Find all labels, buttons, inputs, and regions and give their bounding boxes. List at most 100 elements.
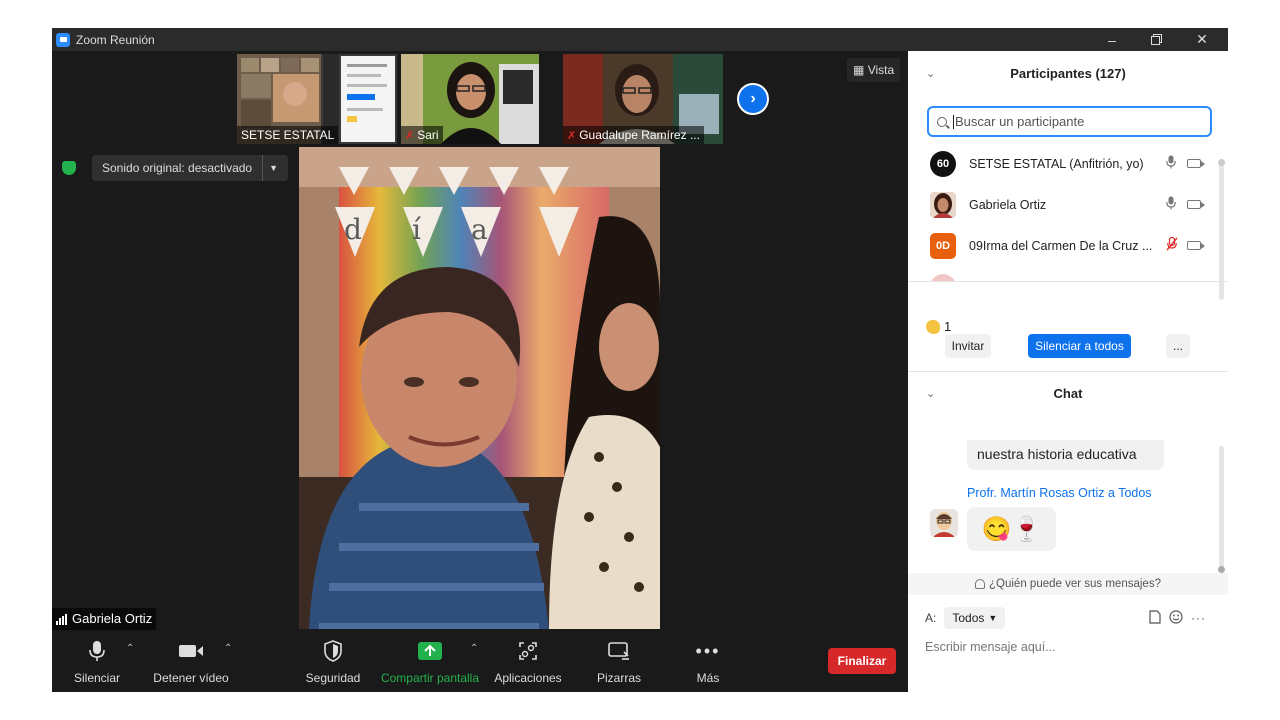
video-options-caret-icon[interactable]: ⌃ bbox=[224, 643, 232, 654]
participant-name: 09Irma del Carmen De la Cruz ... bbox=[969, 238, 1153, 253]
apps-label: Aplicaciones bbox=[494, 671, 562, 685]
thumbnail-name-text: Sari bbox=[417, 128, 439, 142]
chat-scrollbar[interactable] bbox=[1218, 446, 1225, 573]
chevron-down-icon: ▼ bbox=[988, 613, 998, 623]
minimize-button[interactable]: – bbox=[1089, 28, 1135, 51]
end-meeting-button[interactable]: Finalizar bbox=[828, 648, 896, 674]
original-sound-label: Sonido original: desactivado bbox=[102, 161, 253, 175]
thumbnail-name-guadalupe: ✗ Guadalupe Ramírez ... bbox=[563, 126, 704, 144]
reaction-count: 1 bbox=[926, 319, 951, 334]
reaction-count-value: 1 bbox=[944, 319, 952, 334]
restore-button[interactable] bbox=[1133, 28, 1179, 51]
microphone-icon[interactable] bbox=[1166, 196, 1176, 213]
title-bar: Zoom Reunión – ✕ bbox=[52, 28, 1228, 51]
next-page-button[interactable]: › bbox=[737, 83, 769, 115]
who-can-see-label: ¿Quién puede ver sus mensajes? bbox=[989, 578, 1161, 590]
audio-options-caret-icon[interactable]: ⌃ bbox=[126, 643, 134, 654]
thumbnail-name-sari: ✗ Sari bbox=[401, 126, 443, 144]
stop-video-button[interactable]: Detener vídeo bbox=[152, 635, 230, 692]
share-options-caret-icon[interactable]: ⌃ bbox=[470, 643, 478, 654]
microphone-icon[interactable] bbox=[1166, 155, 1176, 172]
chevron-right-icon: › bbox=[750, 90, 756, 107]
more-options-button[interactable]: ... bbox=[1166, 334, 1190, 358]
zoom-logo-icon bbox=[56, 32, 70, 47]
avatar: 0D bbox=[930, 232, 956, 259]
video-thumbnail-guadalupe[interactable]: ✗ Guadalupe Ramírez ... bbox=[563, 54, 723, 144]
emoji-icon[interactable] bbox=[1169, 609, 1183, 627]
participant-list: 60 SETSE ESTATAL (Anfitrión, yo) Gabriel… bbox=[908, 143, 1220, 281]
meeting-toolbar: Silenciar ⌃ Detener vídeo ⌃ Seguridad Co… bbox=[52, 635, 908, 692]
participant-search-input[interactable]: Buscar un participante bbox=[927, 106, 1212, 137]
collapse-chevron-icon[interactable]: ⌄ bbox=[926, 387, 935, 400]
text-cursor bbox=[953, 114, 954, 129]
video-camera-icon[interactable] bbox=[1187, 159, 1205, 168]
whiteboards-button[interactable]: Pizarras bbox=[590, 635, 648, 692]
share-screen-button[interactable]: Compartir pantalla bbox=[380, 635, 480, 692]
more-dots-icon[interactable]: ··· bbox=[1191, 611, 1206, 625]
chat-header: ⌄ Chat bbox=[908, 373, 1228, 413]
participants-header: ⌄ Participantes (127) bbox=[908, 53, 1228, 93]
participant-row-partial[interactable] bbox=[908, 266, 1220, 281]
chat-message-bubble: 😋🍷 bbox=[967, 507, 1056, 551]
participant-list-scrollbar[interactable] bbox=[1218, 159, 1225, 300]
original-sound-button[interactable]: Sonido original: desactivado ▼ bbox=[92, 155, 289, 181]
chat-emoji-message: 😋🍷 bbox=[981, 515, 1042, 543]
view-label: Vista bbox=[867, 63, 895, 77]
original-sound-control: Sonido original: desactivado ▼ bbox=[62, 155, 289, 181]
banner-letter: d bbox=[344, 213, 362, 246]
participants-title: Participantes (127) bbox=[1010, 65, 1126, 81]
view-button[interactable]: ▦ Vista bbox=[847, 58, 901, 82]
video-camera-icon bbox=[178, 635, 204, 667]
divider bbox=[908, 371, 1228, 372]
active-speaker-video: d í a bbox=[299, 147, 660, 629]
video-thumbnail-sari[interactable]: ✗ Sari bbox=[401, 54, 539, 144]
video-camera-icon[interactable] bbox=[1187, 241, 1205, 250]
chat-title: Chat bbox=[1053, 385, 1083, 401]
muted-mic-icon: ✗ bbox=[567, 130, 577, 142]
participant-name: Gabriela Ortiz bbox=[969, 197, 1047, 212]
chat-message-input[interactable]: Escribir mensaje aquí... bbox=[925, 640, 1056, 654]
mute-all-button[interactable]: Silenciar a todos bbox=[1028, 334, 1131, 358]
grid-icon: ▦ bbox=[853, 63, 865, 77]
clapping-hands-icon bbox=[926, 319, 940, 334]
thumbnail-name-setse: SETSE ESTATAL bbox=[237, 126, 339, 144]
collapse-chevron-icon[interactable]: ⌄ bbox=[926, 67, 935, 80]
sender-avatar bbox=[930, 509, 958, 537]
security-button[interactable]: Seguridad bbox=[304, 635, 362, 692]
participant-row[interactable]: 0D 09Irma del Carmen De la Cruz ... bbox=[908, 225, 1220, 266]
window-title: Zoom Reunión bbox=[76, 32, 155, 47]
person-icon bbox=[975, 579, 986, 589]
chat-message-text: nuestra historia educativa bbox=[977, 446, 1137, 462]
restore-icon bbox=[1150, 34, 1162, 45]
avatar: 60 bbox=[930, 150, 956, 177]
close-button[interactable]: ✕ bbox=[1179, 28, 1225, 51]
more-button[interactable]: ••• Más bbox=[686, 635, 730, 692]
muted-mic-icon[interactable] bbox=[1166, 236, 1178, 254]
banner-letter: a bbox=[471, 213, 488, 246]
apps-button[interactable]: Aplicaciones bbox=[492, 635, 564, 692]
apps-icon bbox=[519, 635, 537, 667]
invite-button[interactable]: Invitar bbox=[945, 334, 991, 358]
video-thumbnail-setse[interactable]: SETSE ESTATAL bbox=[237, 54, 397, 144]
participant-name: SETSE ESTATAL (Anfitrión, yo) bbox=[969, 156, 1144, 171]
shield-check-icon bbox=[62, 161, 76, 175]
chat-recipient-row: A: Todos ▼ ··· bbox=[925, 606, 1215, 630]
video-camera-icon[interactable] bbox=[1187, 200, 1205, 209]
more-label: Más bbox=[696, 671, 720, 685]
search-icon bbox=[937, 116, 947, 127]
avatar bbox=[930, 273, 956, 281]
participant-row[interactable]: 60 SETSE ESTATAL (Anfitrión, yo) bbox=[908, 143, 1220, 184]
file-icon[interactable] bbox=[1149, 609, 1161, 627]
participant-row[interactable]: Gabriela Ortiz bbox=[908, 184, 1220, 225]
chat-messages: nuestra historia educativa Profr. Martín… bbox=[908, 440, 1228, 570]
caret-down-icon[interactable]: ▼ bbox=[262, 155, 278, 181]
mute-label: Silenciar bbox=[73, 671, 121, 685]
mute-button[interactable]: Silenciar bbox=[72, 635, 122, 692]
divider bbox=[908, 281, 1228, 282]
signal-bars-icon bbox=[56, 613, 67, 625]
recipient-select[interactable]: Todos ▼ bbox=[944, 607, 1006, 629]
microphone-icon bbox=[89, 635, 105, 667]
active-speaker-name: Gabriela Ortiz bbox=[72, 611, 153, 626]
who-can-see-messages[interactable]: ¿Quién puede ver sus mensajes? bbox=[908, 573, 1228, 595]
chat-sender: Profr. Martín Rosas Ortiz a Todos bbox=[967, 486, 1152, 500]
